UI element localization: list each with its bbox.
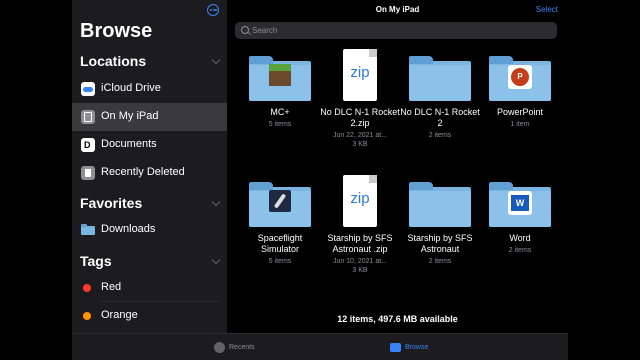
file-name: No DLC N-1 Rocket 2.zip — [320, 107, 400, 128]
rocket-icon — [269, 190, 291, 212]
file-item-no-dlc-n1-rocket-2-zip[interactable]: zip No DLC N-1 Rocket 2.zip Jun 22, 2021… — [320, 49, 400, 149]
sidebar-item-label: On My iPad — [101, 110, 159, 122]
minecraft-icon — [269, 64, 291, 86]
file-item-starship-folder[interactable]: Starship by SFS Astronaut 2 items — [400, 181, 480, 266]
sidebar-item-label: Documents — [101, 138, 157, 150]
folder-icon — [390, 343, 401, 352]
documents-app-icon: D — [81, 138, 95, 152]
main-content: On My iPad Select Search MC+ 5 items zip… — [227, 0, 568, 333]
file-meta: 2 items — [428, 132, 452, 139]
sidebar-item-tag-orange[interactable]: Orange — [72, 302, 227, 330]
page-title: On My iPad — [375, 5, 420, 14]
select-button[interactable]: Select — [536, 5, 558, 14]
file-meta: 2 items — [508, 247, 532, 254]
browse-title: Browse — [80, 20, 153, 42]
folder-icon: W — [489, 181, 551, 227]
tab-bar: Recents Browse — [72, 333, 568, 360]
word-icon: W — [508, 191, 532, 215]
file-meta: 2 items — [428, 258, 452, 265]
file-name: Spaceflight Simulator — [257, 233, 303, 254]
zip-file-icon: zip — [329, 49, 391, 101]
folder-icon — [81, 223, 95, 237]
files-app: Browse Locations iCloud Drive On My iPad… — [72, 0, 568, 360]
sidebar-item-label: Red — [101, 281, 122, 293]
sidebar-item-label: Recently Deleted — [101, 166, 185, 178]
sidebar-item-documents[interactable]: D Documents — [72, 131, 227, 159]
file-meta: 5 items — [268, 258, 292, 265]
file-name: Starship by SFS Astronaut .zip — [327, 233, 393, 254]
sidebar-item-on-my-ipad[interactable]: On My iPad — [72, 103, 227, 131]
sidebar: Browse Locations iCloud Drive On My iPad… — [72, 0, 227, 333]
sidebar-item-downloads[interactable]: Downloads — [72, 216, 227, 244]
tab-label: Recents — [229, 344, 255, 351]
file-size: 3 KB — [352, 141, 368, 148]
locations-header[interactable]: Locations — [80, 53, 146, 69]
storage-summary: 12 items, 497.6 MB available — [337, 314, 458, 324]
folder-icon: P — [489, 55, 551, 101]
zip-file-icon: zip — [329, 175, 391, 227]
search-icon — [241, 26, 249, 34]
tab-label: Browse — [405, 344, 429, 351]
chevron-down-icon[interactable] — [211, 255, 221, 265]
chevron-down-icon[interactable] — [211, 55, 221, 65]
sidebar-item-label: iCloud Drive — [101, 82, 161, 94]
sidebar-item-tag-red[interactable]: Red — [72, 274, 227, 302]
folder-icon — [409, 55, 471, 101]
file-date: Jun 22, 2021 at... — [332, 132, 388, 139]
folder-icon — [249, 55, 311, 101]
sidebar-item-icloud-drive[interactable]: iCloud Drive — [72, 75, 227, 103]
search-field[interactable]: Search — [235, 22, 557, 39]
file-name: PowerPoint — [496, 107, 544, 117]
sidebar-item-label: Downloads — [101, 223, 156, 235]
red-tag-dot-icon — [83, 284, 91, 292]
file-item-mc-plus[interactable]: MC+ 5 items — [240, 55, 320, 129]
search-input[interactable]: Search — [252, 26, 277, 35]
sidebar-item-label: Orange — [101, 309, 138, 321]
icloud-icon — [81, 82, 95, 96]
ipad-icon — [81, 110, 95, 124]
file-item-word[interactable]: W Word 2 items — [480, 181, 560, 255]
file-meta: 5 items — [268, 121, 292, 128]
zip-label: zip — [350, 64, 370, 81]
file-item-no-dlc-n1-rocket-2[interactable]: No DLC N-1 Rocket 2 2 items — [400, 55, 480, 140]
file-size: 3 KB — [352, 267, 368, 274]
file-date: Jun 10, 2021 at... — [332, 258, 388, 265]
file-item-powerpoint[interactable]: P PowerPoint 1 item — [480, 55, 560, 129]
zip-label: zip — [350, 190, 370, 207]
file-name: MC+ — [270, 107, 290, 117]
powerpoint-icon: P — [508, 65, 532, 89]
trash-icon — [81, 166, 95, 180]
chevron-down-icon[interactable] — [211, 197, 221, 207]
favorites-header[interactable]: Favorites — [80, 195, 142, 211]
ellipsis-circle-icon[interactable] — [207, 4, 219, 16]
file-name: Word — [509, 233, 531, 243]
file-item-starship-zip[interactable]: zip Starship by SFS Astronaut .zip Jun 1… — [320, 175, 400, 275]
file-item-spaceflight-simulator[interactable]: Spaceflight Simulator 5 items — [240, 181, 320, 266]
clock-icon — [214, 342, 225, 353]
file-meta: 1 item — [510, 121, 530, 128]
tags-header[interactable]: Tags — [80, 253, 112, 269]
file-name: Starship by SFS Astronaut — [407, 233, 473, 254]
file-name: No DLC N-1 Rocket 2 — [400, 107, 480, 128]
orange-tag-dot-icon — [83, 312, 91, 320]
folder-icon — [249, 181, 311, 227]
folder-icon — [409, 181, 471, 227]
sidebar-item-recently-deleted[interactable]: Recently Deleted — [72, 159, 227, 187]
